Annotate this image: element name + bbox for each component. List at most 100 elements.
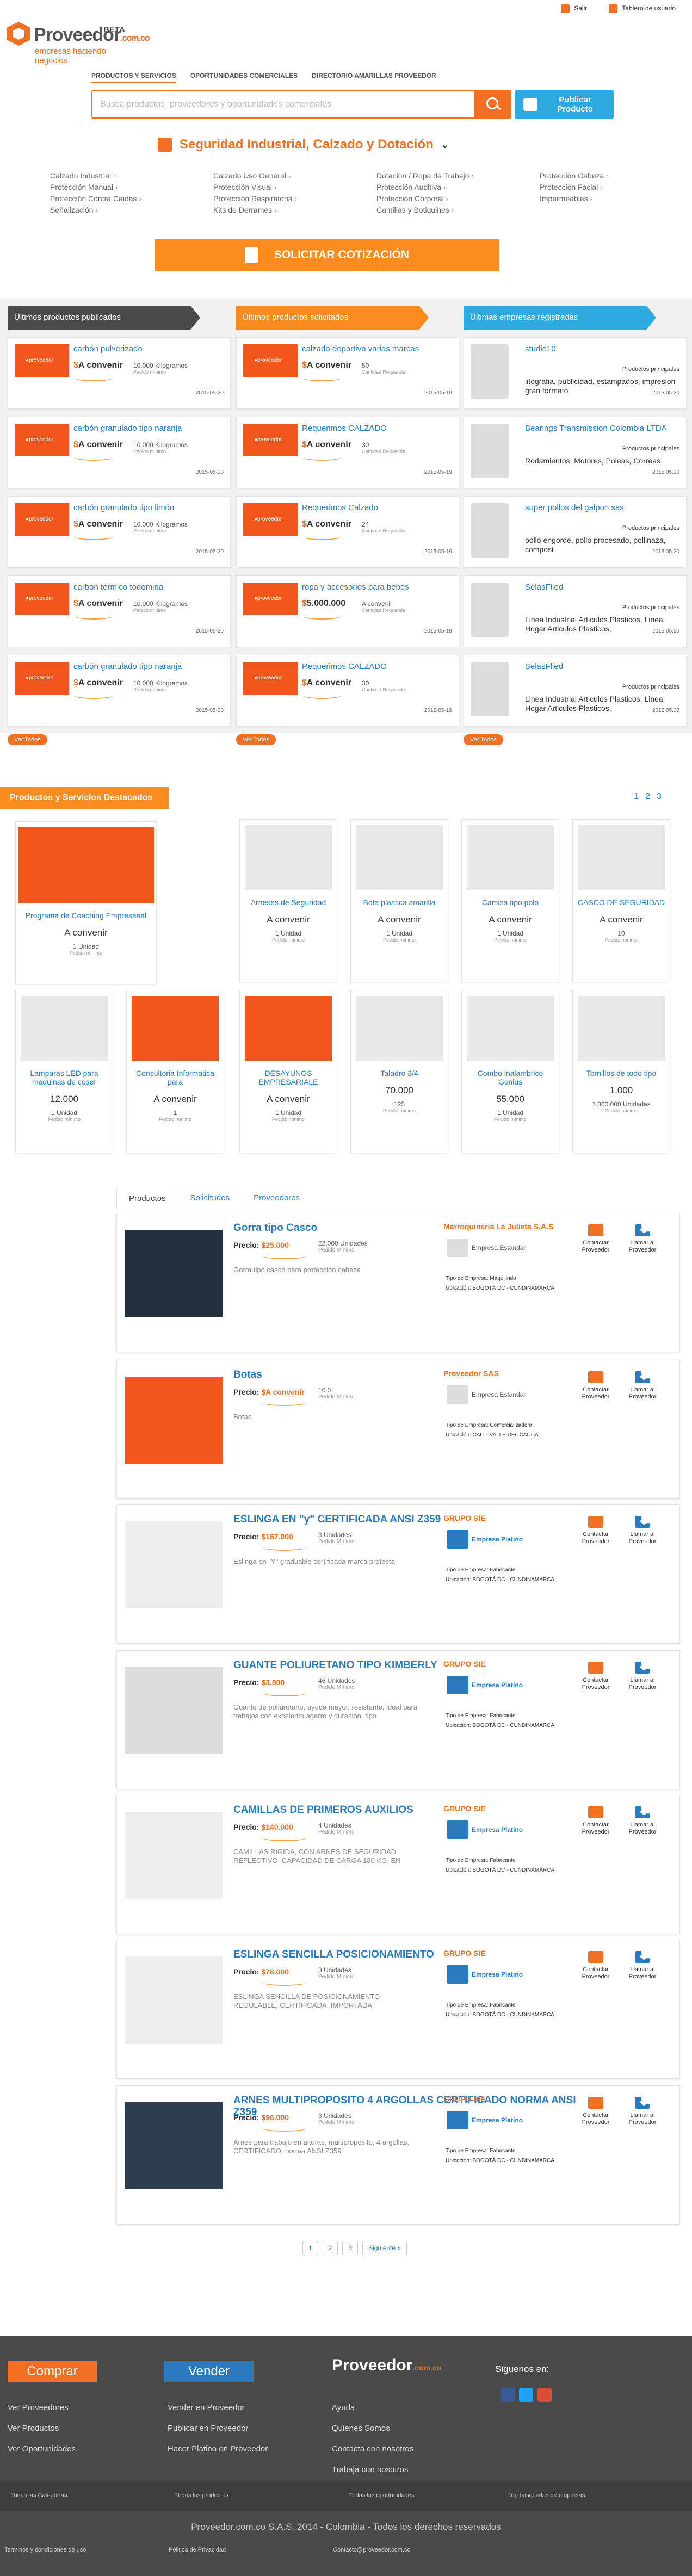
list-item[interactable]: carbón pulverizado $A convenir 10.000 Kilo… [8, 337, 231, 409]
call-button[interactable]: Llamar al Proveedor [626, 1806, 659, 1836]
subcategory-link[interactable]: Protección Cabeza [540, 171, 692, 181]
product-row[interactable]: Botas Precio: $A convenir 10.0 Pedido Mínim… [116, 1360, 680, 1499]
product-title-link[interactable]: Botas [233, 1369, 582, 1381]
featured-card[interactable]: Lamparas LED para maquinas de coser 12.00… [15, 990, 113, 1153]
list-item[interactable]: super pollos del galpon sas Productos pri… [464, 496, 687, 568]
subcategory-link[interactable]: Impermeables [540, 194, 692, 204]
featured-card[interactable]: Consultoria Informatica para A convenir 1 P… [126, 990, 224, 1153]
dashboard-link[interactable]: Tablero de usuario [609, 4, 676, 13]
company-name-link[interactable]: GRUPO SIE [443, 2095, 486, 2103]
footer-bottom-link[interactable]: Politica de Privacidad [169, 2547, 226, 2553]
company-name-link[interactable]: Marroquineria La Julieta S.A.S [443, 1222, 553, 1231]
site-logo[interactable]: Proveedor.com.co BETA empresas haciendo … [7, 5, 150, 65]
tab-proveedores[interactable]: Proveedores [242, 1188, 312, 1209]
footer-link[interactable]: Quienes Somos [332, 2418, 413, 2439]
product-row[interactable]: ESLINGA SENCILLA POSICIONAMIENTO Precio: … [116, 1940, 680, 2079]
facebook-icon[interactable] [501, 2388, 515, 2402]
page-link[interactable]: 3 [342, 2241, 359, 2255]
subcategory-link[interactable]: Señalización [50, 205, 213, 215]
company-name-link[interactable]: Bearings Transmission Colombia LTDA [525, 424, 672, 433]
company-name-link[interactable]: GRUPO SIE [443, 1949, 486, 1958]
logout-link[interactable]: Salir [561, 4, 587, 13]
list-item[interactable]: calzado deportivo varias marcas $A conven… [236, 337, 459, 409]
company-name-link[interactable]: studio10 [525, 344, 672, 354]
footer-link[interactable]: Hacer Platino en Proveedor [168, 2439, 268, 2460]
publish-product-button[interactable]: Publicar Producto [515, 90, 614, 119]
page-link[interactable]: Siguiente » [362, 2241, 407, 2255]
footer-link[interactable]: Contacta con nosotros [332, 2439, 413, 2460]
featured-card[interactable]: CASCO DE SEGURIDAD A convenir 10 Pedido mín… [572, 819, 670, 982]
list-item[interactable]: Requerimos CALZADO $A convenir 30Cantidad … [236, 655, 459, 727]
call-button[interactable]: Llamar al Proveedor [626, 1951, 659, 1980]
product-row[interactable]: GUANTE POLIURETANO TIPO KIMBERLY Precio: … [116, 1650, 680, 1789]
see-all-button[interactable]: Ver Todos [8, 734, 47, 745]
see-all-button[interactable]: Ver Todos [464, 734, 503, 745]
product-row[interactable]: ESLINGA EN "y" CERTIFICADA ANSI Z359 Prec… [116, 1504, 680, 1644]
product-name-link[interactable]: Camisa tipo polo [462, 898, 559, 907]
list-item[interactable]: carbon termico todomina $A convenir 10.000… [8, 575, 231, 647]
call-button[interactable]: Llamar al Proveedor [626, 2097, 659, 2126]
call-button[interactable]: Llamar al Proveedor [626, 1371, 659, 1401]
subcategory-link[interactable]: Kits de Derrames [213, 205, 376, 215]
list-item[interactable]: ropa y accesorios para bebes $5.000.000 A … [236, 575, 459, 647]
product-title-link[interactable]: carbon termico todomina [73, 583, 220, 592]
product-title-link[interactable]: CAMILLAS DE PRIMEROS AUXILIOS [233, 1804, 582, 1816]
list-item[interactable]: Requerimos CALZADO $A convenir 30Cantidad … [236, 417, 459, 488]
contact-button[interactable]: Contactar Proveedor [579, 1806, 612, 1836]
product-name-link[interactable]: Arneses de Seguridad [240, 898, 337, 907]
contact-button[interactable]: Contactar Proveedor [579, 1951, 612, 1980]
product-title-link[interactable]: carbón pulverizado [73, 344, 220, 354]
contact-button[interactable]: Contactar Proveedor [579, 1662, 612, 1691]
list-item[interactable]: carbón granulado tipo limón $A convenir 10… [8, 496, 231, 568]
product-title-link[interactable]: carbón granulado tipo naranja [73, 424, 220, 433]
product-title-link[interactable]: Requerimos CALZADO [302, 662, 449, 671]
call-button[interactable]: Llamar al Proveedor [626, 1662, 659, 1691]
list-item[interactable]: Requerimos Calzado $A convenir 24Cantidad … [236, 496, 459, 568]
company-name-link[interactable]: super pollos del galpon sas [525, 503, 672, 512]
list-item[interactable]: carbón granulado tipo naranja $A convenir… [8, 417, 231, 488]
request-quote-button[interactable]: SOLICITAR COTIZACIÓN [155, 239, 499, 271]
search-input[interactable]: Busca productos, proveedores y oportunid… [91, 90, 511, 119]
subcategory-link[interactable]: Calzado Industrial [50, 171, 213, 181]
product-title-link[interactable]: Requerimos Calzado [302, 503, 449, 512]
company-name-link[interactable]: SelasFlied [525, 662, 672, 671]
company-name-link[interactable]: Proveedor SAS [443, 1369, 499, 1378]
product-row[interactable]: CAMILLAS DE PRIMEROS AUXILIOS Precio: $14… [116, 1795, 680, 1934]
featured-card[interactable]: Programa de Coaching Empresarial A conven… [15, 821, 157, 984]
subcategory-link[interactable]: Protección Visual [213, 182, 376, 193]
product-name-link[interactable]: Programa de Coaching Empresarial [16, 911, 156, 920]
search-button[interactable] [474, 90, 511, 119]
twitter-icon[interactable] [519, 2388, 533, 2402]
company-name-link[interactable]: GRUPO SIE [443, 1659, 486, 1668]
page-link[interactable]: 3 [657, 792, 668, 801]
featured-card[interactable]: Camisa tipo polo A convenir 1 Unidad Pedido… [461, 819, 559, 982]
page-link[interactable]: 1 [634, 792, 645, 801]
product-name-link[interactable]: Consultoria Informatica para [127, 1069, 224, 1086]
list-item[interactable]: studio10 Productos principales litografia,… [464, 337, 687, 409]
company-name-link[interactable]: SelasFlied [525, 583, 672, 592]
footer-bar-link[interactable]: Todas las oportunidades [349, 2492, 414, 2499]
footer-link[interactable]: Ver Oportunidades [8, 2439, 76, 2460]
footer-link[interactable]: Trabaja con nosotros [332, 2460, 413, 2480]
contact-button[interactable]: Contactar Proveedor [579, 1371, 612, 1401]
tab-productos[interactable]: Productos [116, 1188, 178, 1209]
product-title-link[interactable]: ESLINGA SENCILLA POSICIONAMIENTO [233, 1949, 582, 1961]
page-link[interactable]: 1 [302, 2241, 318, 2255]
footer-bar-link[interactable]: Todas las Categorías [11, 2492, 67, 2499]
company-name-link[interactable]: GRUPO SIE [443, 1514, 486, 1522]
page-link[interactable]: 2 [322, 2241, 338, 2255]
product-name-link[interactable]: Combo inalambrico Genius [462, 1069, 559, 1086]
tab-directory[interactable]: DIRECTORIO AMARILLAS PROVEEDOR [312, 70, 436, 83]
subcategory-link[interactable]: Calzado Uso General [213, 171, 376, 181]
tab-opportunities[interactable]: OPORTUNIDADES COMERCIALES [190, 70, 298, 83]
footer-bar-link[interactable]: Todos los productos [175, 2492, 228, 2499]
product-row[interactable]: ARNES MULTIPROPOSITO 4 ARGOLLAS CERTIFIC… [116, 2085, 680, 2225]
list-item[interactable]: Bearings Transmission Colombia LTDA Produ… [464, 417, 687, 488]
list-item[interactable]: SelasFlied Productos principales Linea Ind… [464, 575, 687, 647]
featured-card[interactable]: Tornillos de todo tipo 1.000 1.000.000 Uni… [572, 990, 670, 1153]
footer-sell-button[interactable]: Vender [164, 2361, 254, 2382]
category-selector[interactable]: Seguridad Industrial, Calzado y Dotación… [158, 137, 449, 152]
footer-bottom-link[interactable]: Terminos y condiciones de uso [4, 2547, 86, 2553]
footer-link[interactable]: Ver Proveedores [8, 2398, 76, 2418]
subcategory-link[interactable]: Protección Facial [540, 182, 692, 193]
